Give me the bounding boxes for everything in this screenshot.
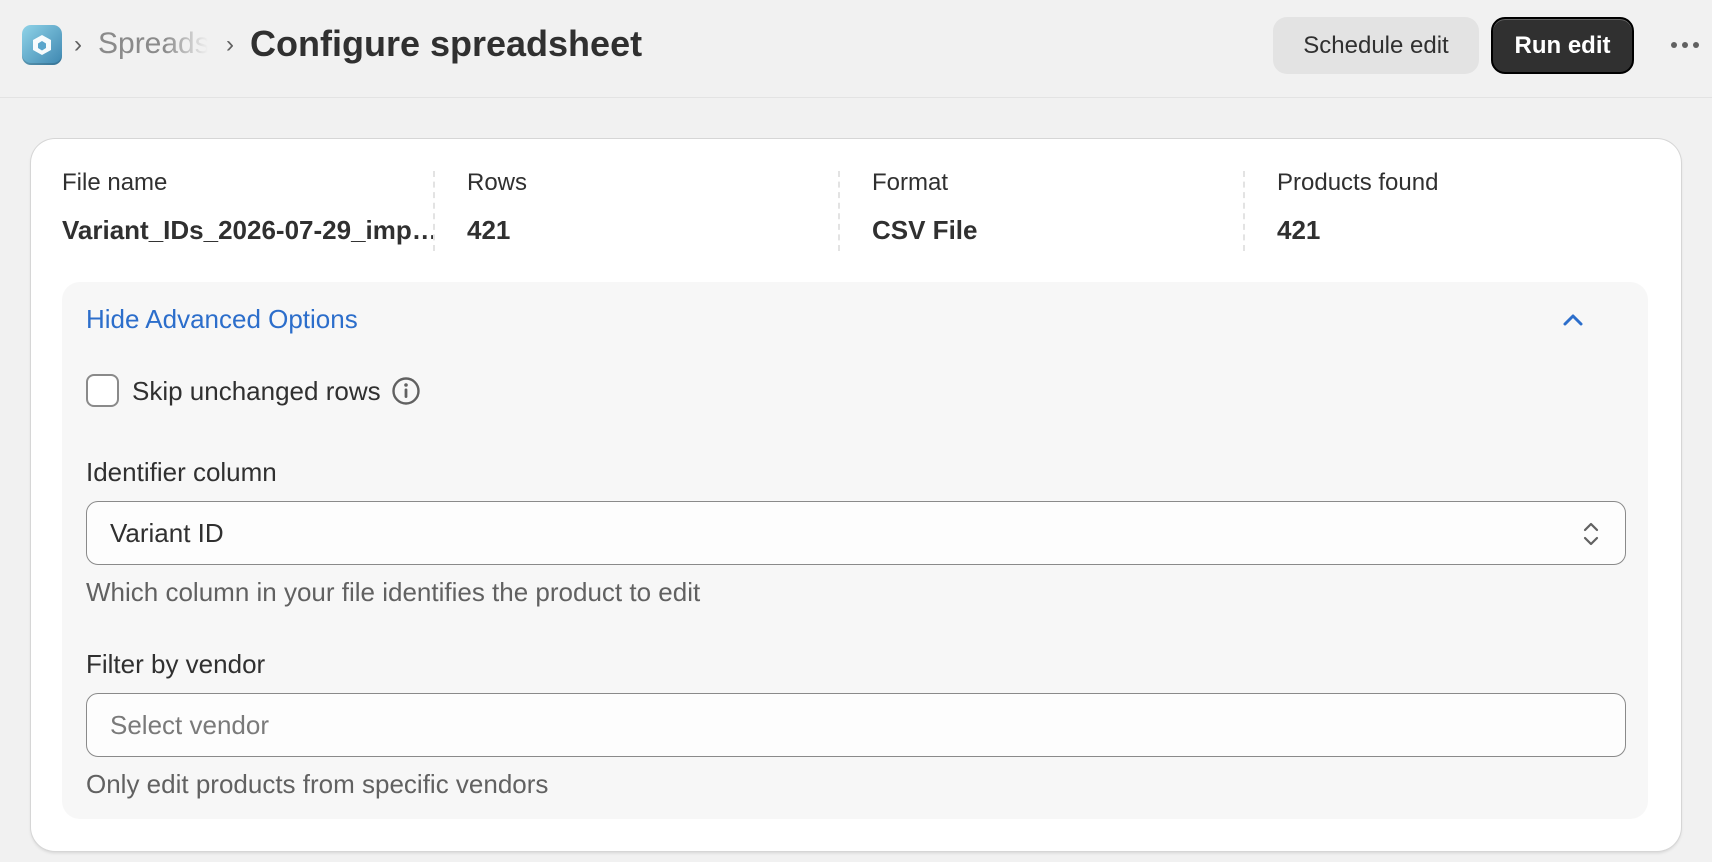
identifier-column-value: Variant ID [110,517,224,548]
rows-stat: Rows 421 [467,169,827,249]
advanced-options-panel: Hide Advanced Options Skip unchanged row… [62,282,1648,819]
spreadsheet-config-card: File name Variant_IDs_2026-07-29_import.… [31,139,1681,851]
app-logo-icon[interactable] [22,25,62,65]
vendor-input[interactable] [86,693,1626,757]
format-stat: Format CSV File [872,169,1232,249]
vendor-help: Only edit products from specific vendors [86,769,549,799]
products-found-stat: Products found 421 [1277,169,1637,249]
page-title: Configure spreadsheet [250,23,643,64]
breadcrumb-parent-link[interactable]: Spreadsheets [98,27,208,61]
identifier-column-select[interactable]: Variant ID [86,501,1626,565]
select-caret-icon [1583,522,1599,546]
dot [1682,42,1688,48]
file-name-value: Variant_IDs_2026-07-29_import.csv [62,215,450,245]
info-icon[interactable] [391,376,421,406]
identifier-column-help: Which column in your file identifies the… [86,577,701,607]
stat-divider [433,171,435,251]
dot [1671,42,1677,48]
format-label: Format [872,169,949,196]
skip-unchanged-rows-label[interactable]: Skip unchanged rows [132,376,381,407]
hide-advanced-options-toggle[interactable]: Hide Advanced Options [86,304,358,335]
format-value: CSV File [872,215,978,245]
rows-value: 421 [467,215,511,245]
stat-divider [838,171,840,251]
file-name-stat: File name Variant_IDs_2026-07-29_import.… [62,169,450,249]
stat-divider [1243,171,1245,251]
run-edit-button[interactable]: Run edit [1491,17,1634,74]
more-actions-icon[interactable] [1665,30,1705,60]
identifier-column-label: Identifier column [86,457,277,487]
breadcrumb-separator: › [74,31,82,58]
products-found-label: Products found [1277,169,1439,196]
dot [1693,42,1699,48]
top-bar: › Spreadsheets › Configure spreadsheet S… [0,0,1712,98]
schedule-edit-button[interactable]: Schedule edit [1273,17,1479,74]
skip-unchanged-rows-checkbox[interactable] [86,374,119,407]
products-found-value: 421 [1277,215,1321,245]
breadcrumb-separator: › [226,31,234,58]
filter-by-vendor-label: Filter by vendor [86,649,266,679]
rows-label: Rows [467,169,528,196]
file-name-label: File name [62,169,168,196]
chevron-up-icon[interactable] [1558,308,1588,332]
